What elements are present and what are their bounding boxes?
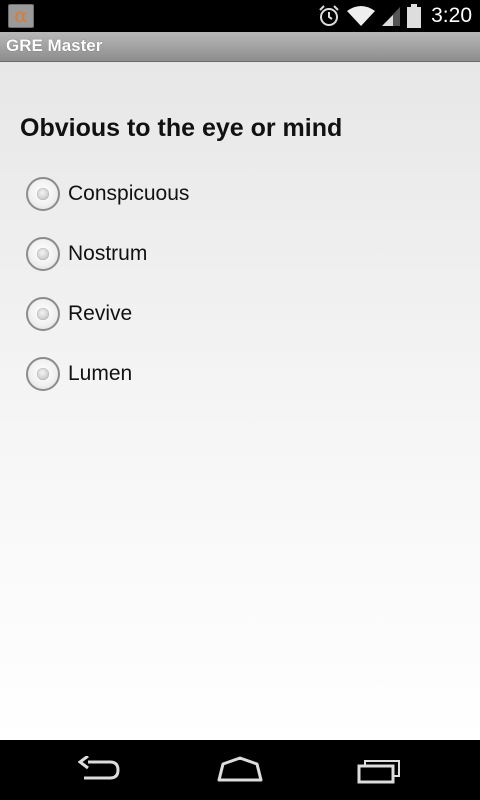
home-button[interactable] bbox=[180, 740, 300, 800]
radio-dot-icon bbox=[37, 248, 49, 260]
status-bar: α 3:20 bbox=[0, 0, 480, 32]
answer-option[interactable]: Lumen bbox=[26, 344, 466, 404]
question-text: Obvious to the eye or mind bbox=[20, 114, 343, 142]
status-clock: 3:20 bbox=[431, 4, 472, 27]
radio-dot-icon bbox=[37, 188, 49, 200]
back-icon bbox=[78, 756, 120, 780]
home-icon bbox=[217, 756, 263, 782]
answer-label: Lumen bbox=[68, 362, 133, 385]
radio-button[interactable] bbox=[26, 297, 60, 331]
radio-dot-icon bbox=[37, 368, 49, 380]
navigation-bar bbox=[0, 740, 480, 800]
radio-button[interactable] bbox=[26, 357, 60, 391]
alarm-icon bbox=[319, 5, 339, 26]
status-icons: 3:20 bbox=[317, 0, 472, 32]
answer-label: Revive bbox=[68, 302, 133, 325]
answer-option[interactable]: Nostrum bbox=[26, 224, 466, 284]
radio-dot-icon bbox=[37, 308, 49, 320]
back-button[interactable] bbox=[40, 740, 160, 800]
wifi-icon bbox=[347, 6, 376, 26]
app-title: GRE Master bbox=[6, 36, 103, 55]
answer-option[interactable]: Conspicuous bbox=[26, 164, 466, 224]
answer-label: Nostrum bbox=[68, 242, 148, 265]
alpha-app-icon[interactable]: α bbox=[8, 4, 34, 28]
signal-icon bbox=[382, 7, 401, 26]
phone-screen: α 3:20 GRE Master Obvious to the eye or … bbox=[0, 0, 480, 800]
radio-button[interactable] bbox=[26, 177, 60, 211]
radio-button[interactable] bbox=[26, 237, 60, 271]
answer-label: Conspicuous bbox=[68, 182, 190, 205]
answer-option[interactable]: Revive bbox=[26, 284, 466, 344]
app-title-bar: GRE Master bbox=[0, 32, 480, 62]
recent-apps-button[interactable] bbox=[320, 740, 440, 800]
battery-icon bbox=[407, 4, 422, 28]
recent-apps-icon bbox=[357, 760, 400, 784]
answer-options: Conspicuous Nostrum Revive Lumen bbox=[26, 164, 466, 404]
quiz-content: Obvious to the eye or mind Conspicuous N… bbox=[0, 62, 480, 740]
